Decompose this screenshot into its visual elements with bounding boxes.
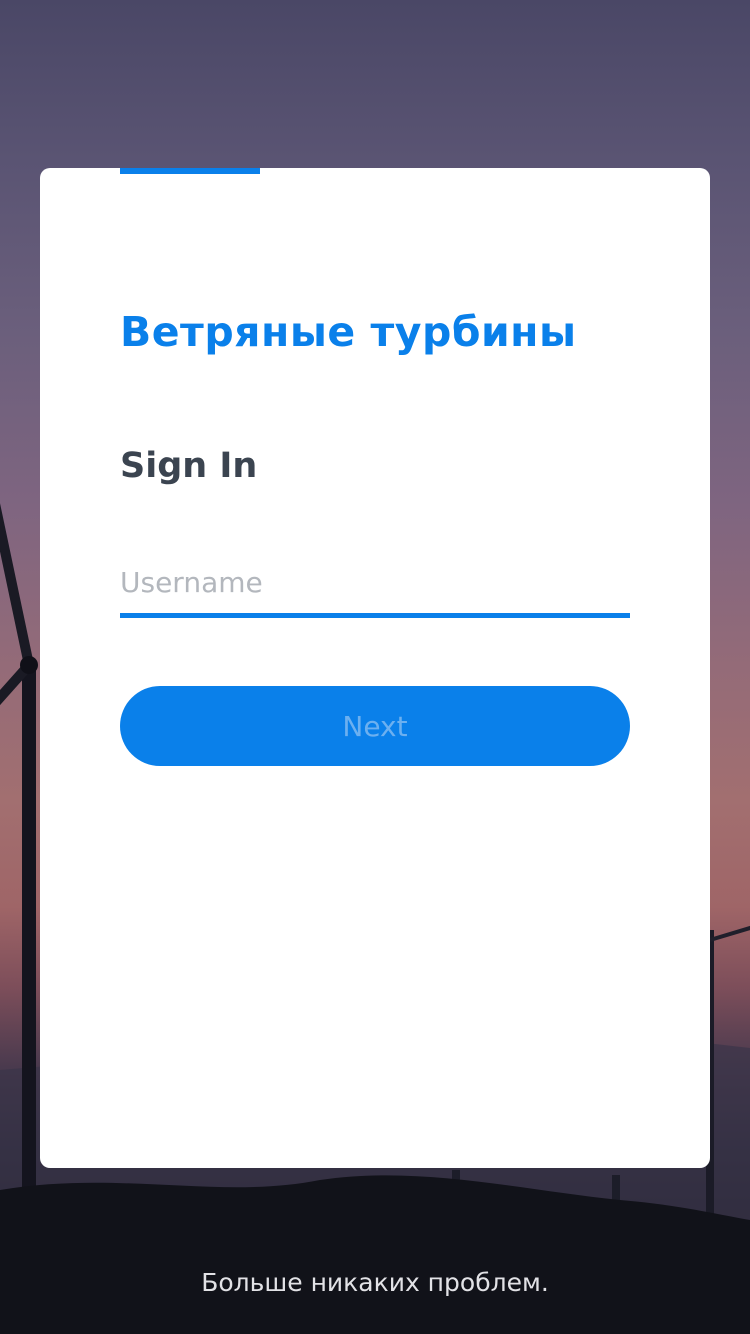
username-input[interactable] (120, 560, 630, 618)
tagline: Больше никаких проблем. (201, 1268, 549, 1297)
card-accent-bar (120, 168, 260, 174)
sign-in-heading: Sign In (120, 446, 258, 486)
login-card: Ветряные турбины Sign In Next (40, 168, 710, 1168)
brand-title: Ветряные турбины (120, 308, 577, 356)
next-button[interactable]: Next (120, 686, 630, 766)
